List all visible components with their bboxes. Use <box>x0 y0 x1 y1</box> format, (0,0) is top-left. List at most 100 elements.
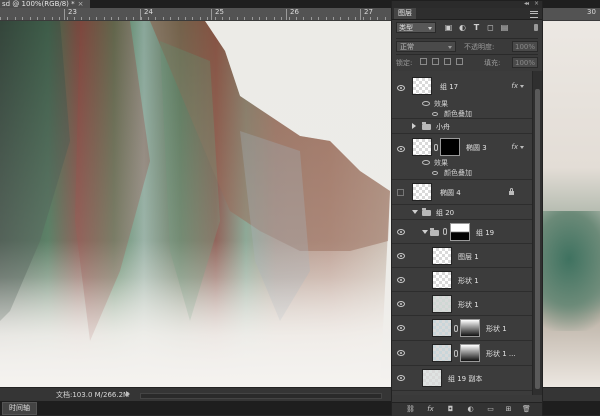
ruler-tick <box>170 17 171 20</box>
filter-toggle[interactable] <box>534 24 538 31</box>
effect-eye-icon[interactable] <box>432 171 438 175</box>
close-tab-icon[interactable]: × <box>78 0 84 8</box>
opacity-field[interactable]: 100% <box>512 41 538 52</box>
tab-layers[interactable]: 图层 <box>394 8 416 19</box>
ruler-tick <box>244 17 245 20</box>
layer-row[interactable]: 组 19 副本 <box>392 366 532 391</box>
link-layers-icon[interactable]: ⛓ <box>406 405 415 414</box>
layer-mask-thumbnail[interactable] <box>460 319 480 337</box>
fx-icon[interactable]: fx <box>511 82 518 90</box>
ruler-tick <box>215 17 216 20</box>
visibility-eye-icon[interactable] <box>396 85 406 91</box>
lock-image-icon[interactable] <box>432 58 439 65</box>
effects-eye-icon[interactable] <box>422 101 430 106</box>
fill-field[interactable]: 100% <box>512 57 538 68</box>
layer-row[interactable]: 图层 1 <box>392 244 532 268</box>
filter-adjustment-icon[interactable]: ◐ <box>458 23 467 32</box>
ruler-tick <box>74 17 75 20</box>
layer-row[interactable]: 组 20 <box>392 205 532 220</box>
visibility-eye-icon[interactable] <box>396 277 406 283</box>
layers-vertical-scrollbar[interactable] <box>532 71 542 395</box>
close-panel-icon[interactable]: × <box>534 0 539 7</box>
layer-filter-row: 类型 ▣ ◐ T ◻ ▤ <box>396 22 538 35</box>
fx-icon[interactable]: fx <box>426 405 435 414</box>
layer-row[interactable]: 形状 1 <box>392 268 532 292</box>
visibility-toggle-off[interactable] <box>397 189 404 196</box>
filter-kind-select[interactable]: 类型 <box>396 22 436 33</box>
ruler-tick <box>111 17 112 20</box>
document-tab[interactable]: sd @ 100%(RGB/8) * × <box>0 0 90 8</box>
ruler-tick <box>67 17 68 20</box>
fx-icon[interactable]: fx <box>511 143 518 151</box>
effects-eye-icon[interactable] <box>422 160 430 165</box>
collapse-group-icon[interactable] <box>422 230 428 234</box>
layer-row[interactable]: 组 19 <box>392 220 532 244</box>
ruler-tick <box>200 17 201 20</box>
layer-row[interactable]: 椭圆 3 fx 效果 颜色叠加 <box>392 134 532 180</box>
timeline-tab[interactable]: 时间轴 <box>2 402 37 415</box>
layer-mask-thumbnail[interactable] <box>460 344 480 362</box>
filter-shape-icon[interactable]: ◻ <box>486 23 495 32</box>
lock-all-icon[interactable] <box>456 58 463 65</box>
layer-thumbnail <box>432 271 452 289</box>
adjustment-layer-icon[interactable]: ◐ <box>466 405 475 414</box>
blend-opacity-row: 正常 不透明度: 100% <box>396 38 538 54</box>
layer-mask-thumbnail[interactable] <box>450 223 470 241</box>
panel-menu-icon[interactable] <box>530 11 538 18</box>
layer-row[interactable]: 形状 1 <box>392 292 532 316</box>
layer-row[interactable]: 形状 1 <box>392 316 532 341</box>
delete-layer-icon[interactable]: 🗑 <box>522 405 531 414</box>
ruler-tick <box>333 17 334 20</box>
visibility-eye-icon[interactable] <box>396 375 406 381</box>
ruler-tick <box>163 17 164 20</box>
visibility-eye-icon[interactable] <box>396 301 406 307</box>
blend-mode-select[interactable]: 正常 <box>396 41 456 52</box>
filter-smart-object-icon[interactable]: ▤ <box>500 23 509 32</box>
visibility-eye-icon[interactable] <box>396 146 406 152</box>
status-menu-arrow-icon[interactable] <box>126 391 130 397</box>
chevron-down-icon[interactable] <box>520 146 524 149</box>
visibility-eye-icon[interactable] <box>396 350 406 356</box>
ruler-tick <box>274 17 275 20</box>
filter-type-icon[interactable]: T <box>472 23 481 32</box>
layer-row[interactable]: 形状 1 ... <box>392 341 532 366</box>
collapse-panels-icon[interactable]: ◂◂ <box>524 0 529 7</box>
effect-eye-icon[interactable] <box>432 112 438 116</box>
link-chain-icon <box>443 228 447 235</box>
ruler-tick <box>15 17 16 20</box>
visibility-eye-icon[interactable] <box>396 325 406 331</box>
link-chain-icon <box>434 144 438 151</box>
add-mask-icon[interactable]: ◘ <box>446 405 455 414</box>
chevron-down-icon <box>448 46 452 49</box>
lock-position-icon[interactable] <box>444 58 451 65</box>
ruler-major-tick <box>64 9 65 20</box>
layer-row[interactable]: 椭圆 4 <box>392 180 532 205</box>
layer-thumbnail <box>432 319 452 337</box>
scrollbar-thumb[interactable] <box>535 89 540 389</box>
expand-group-icon[interactable] <box>412 123 416 129</box>
lock-icon <box>509 188 514 195</box>
layer-row[interactable]: 小舟 <box>392 119 532 134</box>
collapse-group-icon[interactable] <box>412 210 418 214</box>
ruler-tick <box>178 17 179 20</box>
link-chain-icon <box>454 350 458 357</box>
layer-row[interactable]: 组 17 fx 效果 颜色叠加 <box>392 71 532 119</box>
lock-transparent-icon[interactable] <box>420 58 427 65</box>
vector-mask-thumbnail[interactable] <box>440 138 460 156</box>
ruler-tick <box>303 17 304 20</box>
ruler-tick <box>37 17 38 20</box>
ruler-label: 27 <box>364 8 373 16</box>
new-layer-icon[interactable]: ⊞ <box>504 405 513 414</box>
layer-name: 形状 1 <box>458 301 479 309</box>
new-group-icon[interactable]: ▭ <box>486 405 495 414</box>
visibility-eye-icon[interactable] <box>396 229 406 235</box>
chevron-down-icon[interactable] <box>520 85 524 88</box>
ruler-tick <box>237 17 238 20</box>
document-tab-title: sd @ 100%(RGB/8) * <box>2 0 75 8</box>
ruler-tick <box>266 17 267 20</box>
filter-pixel-icon[interactable]: ▣ <box>444 23 453 32</box>
visibility-eye-icon[interactable] <box>396 253 406 259</box>
ruler-major-tick <box>286 9 287 20</box>
horizontal-scrollbar[interactable] <box>140 393 382 399</box>
layer-list: 组 17 fx 效果 颜色叠加 小舟 椭圆 3 fx 效果 颜色叠加 椭圆 4 … <box>392 71 532 395</box>
